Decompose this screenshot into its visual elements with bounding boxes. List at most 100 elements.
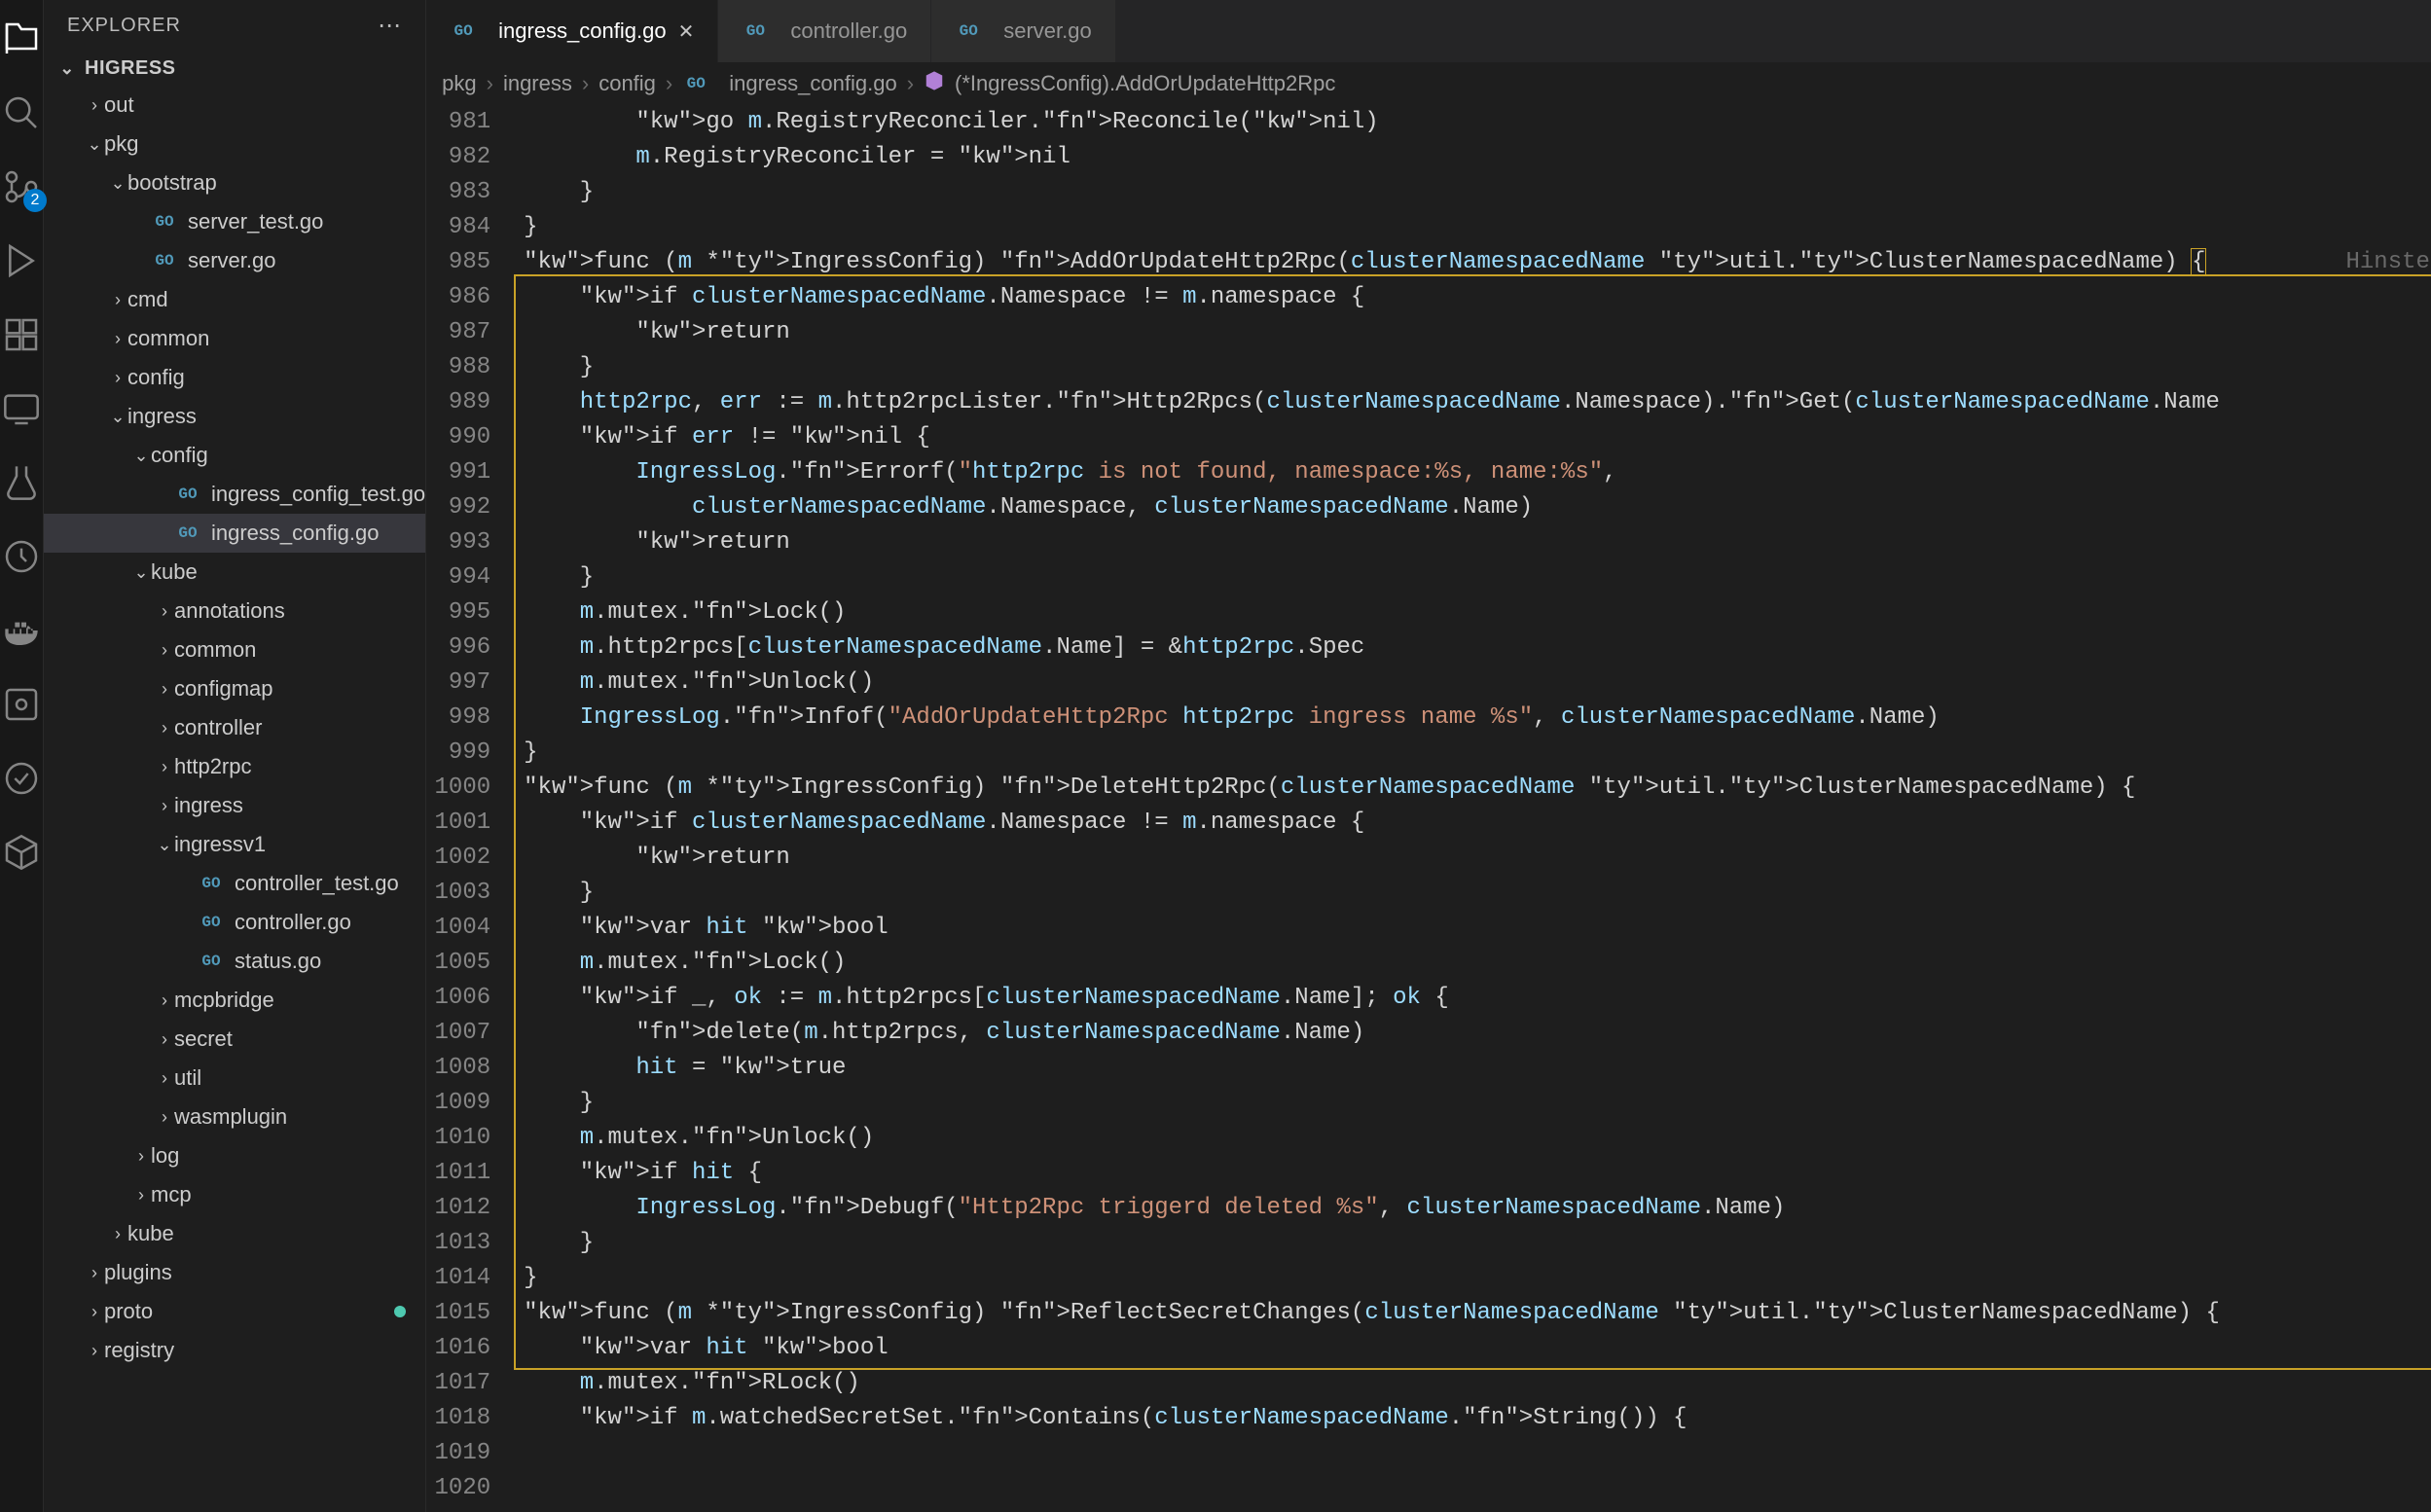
folder-label: kube: [151, 559, 198, 585]
sidebar: EXPLORER ⋯ HIGRESS outpkgbootstrapGOserv…: [44, 0, 426, 1512]
folder-item[interactable]: common: [44, 319, 425, 358]
folder-item[interactable]: kube: [44, 1214, 425, 1253]
file-item[interactable]: GOingress_config.go: [44, 514, 425, 553]
breadcrumb[interactable]: pkg›ingress›config›GOingress_config.go›(…: [426, 62, 2431, 105]
breadcrumb-segment[interactable]: ingress: [503, 71, 572, 96]
folder-label: common: [174, 637, 256, 663]
more-icon[interactable]: ⋯: [378, 12, 402, 40]
go-file-icon: GO: [198, 909, 225, 936]
folder-label: cmd: [127, 287, 168, 312]
folder-item[interactable]: ingressv1: [44, 825, 425, 864]
chevron-icon: [108, 329, 127, 349]
file-tree[interactable]: outpkgbootstrapGOserver_test.goGOserver.…: [44, 86, 425, 1512]
file-label: controller_test.go: [235, 871, 399, 896]
folder-label: registry: [104, 1338, 174, 1363]
breadcrumb-segment[interactable]: pkg: [442, 71, 476, 96]
folder-item[interactable]: mcp: [44, 1175, 425, 1214]
chevron-icon: [108, 368, 127, 388]
editor-tab[interactable]: GO controller.go: [718, 0, 931, 62]
folder-label: util: [174, 1065, 201, 1091]
extensions-icon[interactable]: [0, 313, 43, 356]
folder-label: proto: [104, 1299, 153, 1324]
folder-item[interactable]: ingress: [44, 397, 425, 436]
close-icon[interactable]: ✕: [678, 19, 695, 44]
timeline-icon[interactable]: [0, 535, 43, 578]
folder-label: bootstrap: [127, 170, 217, 196]
folder-item[interactable]: bootstrap: [44, 163, 425, 202]
folder-label: kube: [127, 1221, 174, 1246]
folder-item[interactable]: configmap: [44, 669, 425, 708]
chevron-icon: [155, 796, 174, 816]
breadcrumb-segment[interactable]: (*IngressConfig).AddOrUpdateHttp2Rpc: [955, 71, 1335, 96]
folder-item[interactable]: pkg: [44, 125, 425, 163]
folder-label: annotations: [174, 598, 285, 624]
folder-item[interactable]: mcpbridge: [44, 981, 425, 1020]
folder-item[interactable]: kube: [44, 553, 425, 592]
hexagon-icon[interactable]: [0, 831, 43, 874]
folder-item[interactable]: log: [44, 1136, 425, 1175]
folder-label: config: [127, 365, 185, 390]
settings-gear-icon[interactable]: [0, 683, 43, 726]
chevron-icon: [108, 407, 127, 427]
folder-label: ingress: [174, 793, 243, 818]
folder-label: common: [127, 326, 209, 351]
chevron-icon: [108, 290, 127, 310]
source-control-icon[interactable]: 2: [0, 165, 43, 208]
workspace-root-label: HIGRESS: [85, 57, 176, 80]
folder-label: out: [104, 92, 134, 118]
testing-icon[interactable]: [0, 461, 43, 504]
file-item[interactable]: GOcontroller.go: [44, 903, 425, 942]
tab-label: ingress_config.go: [498, 18, 666, 44]
breadcrumb-segment[interactable]: config: [599, 71, 656, 96]
folder-label: ingressv1: [174, 832, 266, 857]
file-item[interactable]: GOserver_test.go: [44, 202, 425, 241]
docker-icon[interactable]: [0, 609, 43, 652]
editor-tab[interactable]: GOserver.go: [931, 0, 1116, 62]
folder-item[interactable]: common: [44, 630, 425, 669]
folder-item[interactable]: out: [44, 86, 425, 125]
folder-item[interactable]: registry: [44, 1331, 425, 1370]
file-item[interactable]: GOstatus.go: [44, 942, 425, 981]
search-icon[interactable]: [0, 91, 43, 134]
folder-label: configmap: [174, 676, 273, 702]
folder-item[interactable]: wasmplugin: [44, 1098, 425, 1136]
codelens[interactable]: Hinsteny H: [2346, 249, 2431, 275]
line-gutter: 9819829839849859869879889899909919929939…: [426, 105, 512, 1512]
breadcrumb-segment[interactable]: ingress_config.go: [729, 71, 896, 96]
folder-item[interactable]: config: [44, 358, 425, 397]
folder-item[interactable]: ingress: [44, 786, 425, 825]
folder-label: log: [151, 1143, 179, 1169]
file-item[interactable]: GOserver.go: [44, 241, 425, 280]
remote-icon[interactable]: [0, 387, 43, 430]
folder-item[interactable]: secret: [44, 1020, 425, 1059]
breadcrumb-separator: ›: [907, 71, 914, 96]
folder-item[interactable]: config: [44, 436, 425, 475]
file-label: server_test.go: [188, 209, 323, 234]
folder-label: http2rpc: [174, 754, 252, 779]
chevron-icon: [155, 990, 174, 1011]
editor-tab[interactable]: GOingress_config.go✕: [426, 0, 718, 62]
run-debug-icon[interactable]: [0, 239, 43, 282]
go-file-icon: GO: [742, 18, 769, 45]
go-file-icon: GO: [174, 481, 201, 508]
code-editor[interactable]: 9819829839849859869879889899909919929939…: [426, 105, 2431, 1512]
folder-item[interactable]: proto: [44, 1292, 425, 1331]
file-item[interactable]: GOcontroller_test.go: [44, 864, 425, 903]
editor-area: GO ingress_config.go ✕ GO controller.goGOser…: [426, 0, 2431, 1512]
file-item[interactable]: GOingress_config_test.go: [44, 475, 425, 514]
tab-label: controller.go: [790, 18, 907, 44]
folder-item[interactable]: plugins: [44, 1253, 425, 1292]
explorer-icon[interactable]: [0, 18, 43, 60]
folder-item[interactable]: util: [44, 1059, 425, 1098]
file-label: ingress_config.go: [211, 521, 379, 546]
folder-label: pkg: [104, 131, 138, 157]
circle-arrows-icon[interactable]: [0, 757, 43, 800]
chevron-icon: [155, 679, 174, 700]
folder-item[interactable]: http2rpc: [44, 747, 425, 786]
workspace-root[interactable]: HIGRESS: [44, 52, 425, 86]
folder-item[interactable]: controller: [44, 708, 425, 747]
folder-item[interactable]: cmd: [44, 280, 425, 319]
folder-item[interactable]: annotations: [44, 592, 425, 630]
code-content[interactable]: "kw">go m.RegistryReconciler."fn">Reconc…: [512, 105, 2431, 1512]
file-label: server.go: [188, 248, 276, 273]
